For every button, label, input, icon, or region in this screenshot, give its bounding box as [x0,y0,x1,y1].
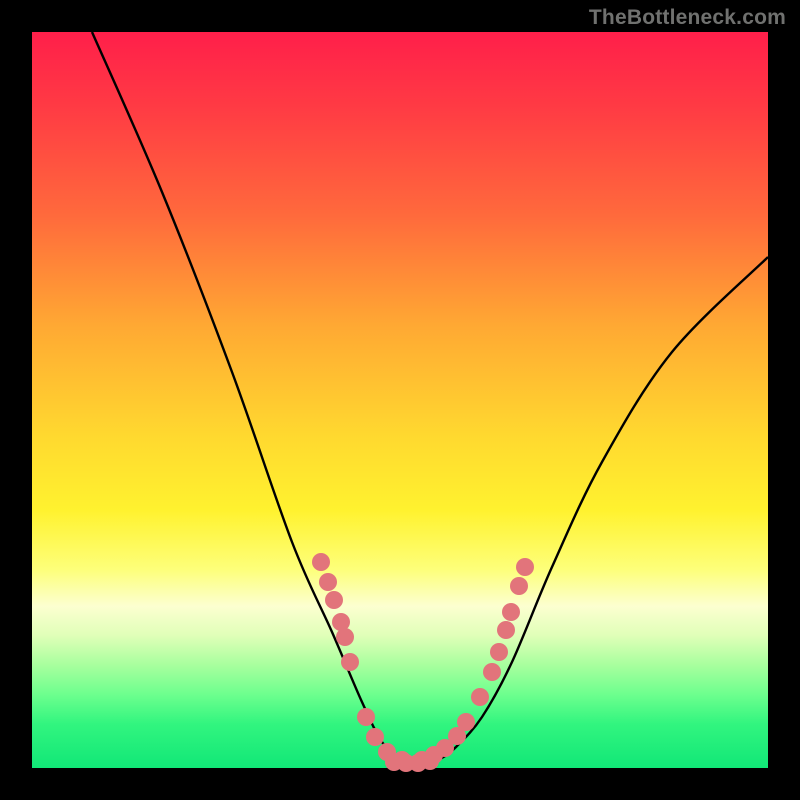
data-marker [471,688,489,706]
curve-path [92,32,768,762]
bottleneck-curve [32,32,768,768]
watermark-text: TheBottleneck.com [589,6,786,30]
data-marker [421,752,439,770]
data-marker [510,577,528,595]
data-marker [341,653,359,671]
data-markers [312,553,534,772]
data-marker [497,621,515,639]
chart-frame: TheBottleneck.com [0,0,800,800]
data-marker [516,558,534,576]
data-marker [319,573,337,591]
data-marker [325,591,343,609]
plot-area [32,32,768,768]
data-marker [336,628,354,646]
data-marker [502,603,520,621]
data-marker [366,728,384,746]
data-marker [490,643,508,661]
data-marker [483,663,501,681]
data-marker [357,708,375,726]
data-marker [457,713,475,731]
data-marker [312,553,330,571]
